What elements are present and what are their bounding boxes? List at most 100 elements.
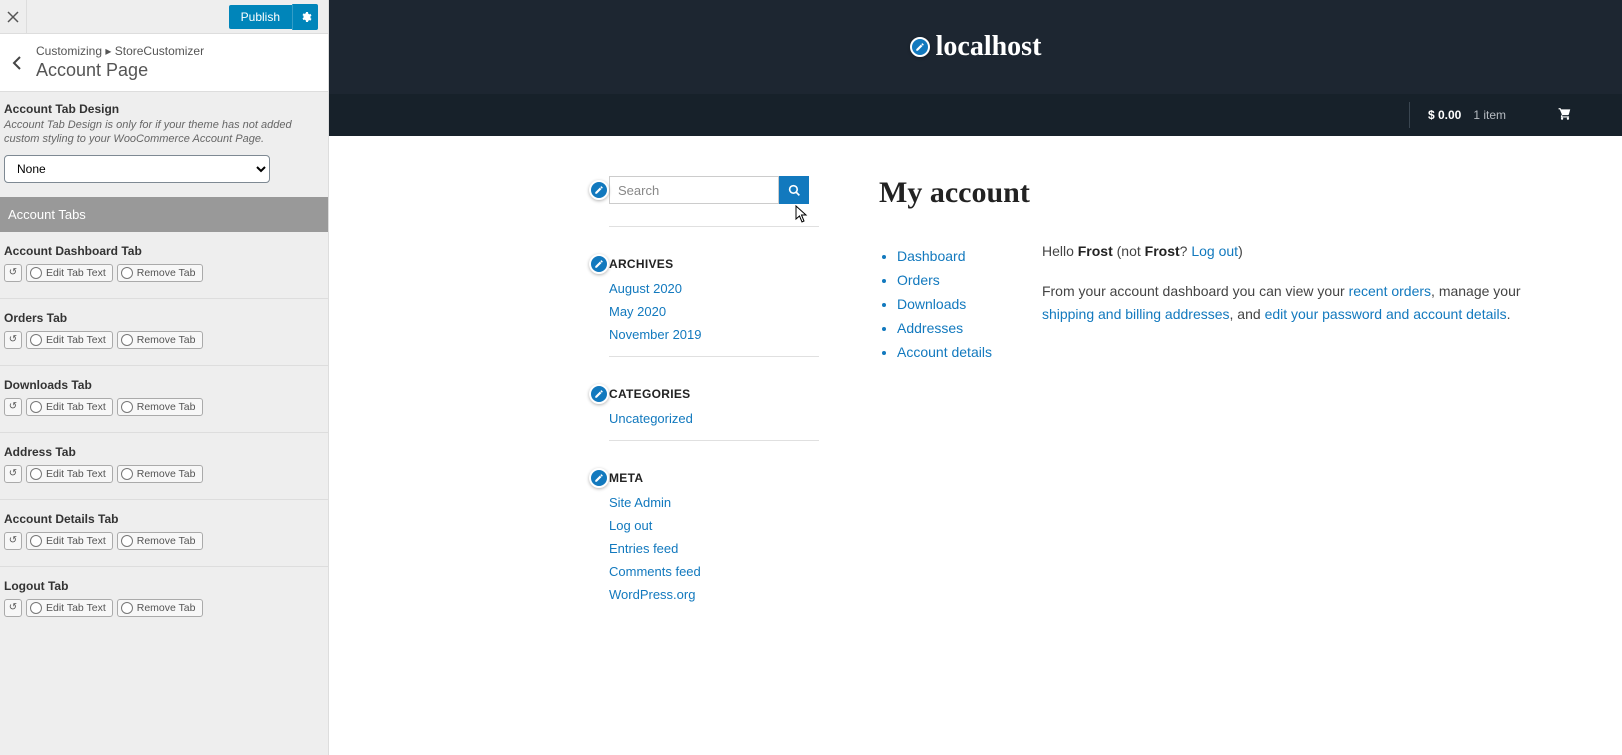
account-nav-link[interactable]: Downloads	[897, 296, 966, 312]
site-name: localhost	[936, 31, 1042, 63]
account-nav-item: Addresses	[897, 320, 992, 336]
close-button[interactable]	[0, 0, 27, 34]
edit-tab-text-option[interactable]: Edit Tab Text	[26, 264, 113, 282]
archive-link[interactable]: May 2020	[609, 304, 666, 319]
tab-title: Orders Tab	[4, 311, 322, 325]
search-button[interactable]	[779, 176, 809, 204]
meta-link[interactable]: Comments feed	[609, 564, 701, 579]
publish-settings-button[interactable]	[292, 4, 318, 30]
tab-title: Address Tab	[4, 445, 322, 459]
tab-block: Account Details Tab ↺ Edit Tab Text Remo…	[0, 500, 328, 567]
search-input[interactable]	[609, 176, 779, 204]
preview-pane: localhost $ 0.00 1 item	[329, 0, 1622, 755]
widget-title: CATEGORIES	[609, 387, 690, 401]
design-section: Account Tab Design Account Tab Design is…	[0, 92, 328, 197]
account-nav-link[interactable]: Account details	[897, 344, 992, 360]
archives-widget: ARCHIVES August 2020 May 2020 November 201…	[609, 257, 819, 357]
meta-widget: META Site Admin Log out Entries feed Commen…	[609, 471, 819, 602]
edit-tab-text-option[interactable]: Edit Tab Text	[26, 599, 113, 617]
sidebar-header: Customizing ▸ StoreCustomizer Account Pa…	[0, 34, 328, 92]
tab-block: Address Tab ↺ Edit Tab Text Remove Tab	[0, 433, 328, 500]
gear-icon	[300, 11, 312, 23]
publish-button[interactable]: Publish	[229, 5, 292, 29]
edit-tab-text-option[interactable]: Edit Tab Text	[26, 465, 113, 483]
list-item: Uncategorized	[609, 411, 819, 426]
remove-tab-option[interactable]: Remove Tab	[117, 465, 203, 483]
edit-tab-text-option[interactable]: Edit Tab Text	[26, 532, 113, 550]
archive-link[interactable]: November 2019	[609, 327, 702, 342]
list-item: May 2020	[609, 304, 819, 319]
edit-shortcut-icon[interactable]	[589, 384, 609, 404]
list-item: November 2019	[609, 327, 819, 342]
categories-widget: CATEGORIES Uncategorized	[609, 387, 819, 441]
list-item: Entries feed	[609, 541, 819, 556]
reset-button[interactable]: ↺	[4, 331, 22, 349]
list-item: Comments feed	[609, 564, 819, 579]
account-nav-item: Account details	[897, 344, 992, 360]
account-nav-item: Orders	[897, 272, 992, 288]
site-header: localhost	[329, 0, 1622, 94]
meta-link[interactable]: Entries feed	[609, 541, 678, 556]
tab-title: Account Details Tab	[4, 512, 322, 526]
logout-link[interactable]: Log out	[1191, 243, 1238, 259]
widget-title: ARCHIVES	[609, 257, 673, 271]
meta-link[interactable]: Site Admin	[609, 495, 671, 510]
account-dashboard-text: Hello Frost (not Frost? Log out) From yo…	[1042, 240, 1572, 368]
list-item: WordPress.org	[609, 587, 819, 602]
reset-button[interactable]: ↺	[4, 599, 22, 617]
edit-tab-text-option[interactable]: Edit Tab Text	[26, 398, 113, 416]
reset-button[interactable]: ↺	[4, 398, 22, 416]
remove-tab-option[interactable]: Remove Tab	[117, 599, 203, 617]
recent-orders-link[interactable]: recent orders	[1349, 283, 1431, 299]
account-nav: Dashboard Orders Downloads Addresses Account…	[879, 240, 992, 368]
widget-title: META	[609, 471, 643, 485]
back-button[interactable]	[4, 46, 30, 80]
breadcrumb: Customizing ▸ StoreCustomizer	[36, 44, 316, 58]
tab-title: Downloads Tab	[4, 378, 322, 392]
remove-tab-option[interactable]: Remove Tab	[117, 264, 203, 282]
content-row: ARCHIVES August 2020 May 2020 November 201…	[329, 136, 1622, 672]
remove-tab-option[interactable]: Remove Tab	[117, 532, 203, 550]
account-nav-link[interactable]: Orders	[897, 272, 940, 288]
edit-shortcut-icon[interactable]	[589, 468, 609, 488]
list-item: August 2020	[609, 281, 819, 296]
reset-button[interactable]: ↺	[4, 532, 22, 550]
edit-shortcut-icon[interactable]	[910, 37, 930, 57]
search-widget	[609, 176, 819, 227]
cart-total: $ 0.00	[1428, 108, 1461, 122]
category-link[interactable]: Uncategorized	[609, 411, 693, 426]
list-item: Site Admin	[609, 495, 819, 510]
remove-tab-option[interactable]: Remove Tab	[117, 331, 203, 349]
header-cart-strip: $ 0.00 1 item	[329, 94, 1622, 136]
tabs-section-header: Account Tabs	[0, 197, 328, 232]
archive-link[interactable]: August 2020	[609, 281, 682, 296]
main-content: My account Dashboard Orders Downloads Addre…	[879, 176, 1572, 632]
reset-button[interactable]: ↺	[4, 264, 22, 282]
tab-block: Account Dashboard Tab ↺ Edit Tab Text Re…	[0, 232, 328, 299]
account-nav-link[interactable]: Dashboard	[897, 248, 966, 264]
search-icon	[788, 184, 801, 197]
page-title: Account Page	[36, 60, 316, 81]
account-nav-link[interactable]: Addresses	[897, 320, 963, 336]
tab-title: Logout Tab	[4, 579, 322, 593]
edit-tab-text-option[interactable]: Edit Tab Text	[26, 331, 113, 349]
tab-block: Downloads Tab ↺ Edit Tab Text Remove Tab	[0, 366, 328, 433]
edit-account-link[interactable]: edit your password and account details	[1265, 306, 1507, 322]
meta-link[interactable]: WordPress.org	[609, 587, 695, 602]
customizer-sidebar: Publish Customizing ▸ StoreCustomizer Ac…	[0, 0, 329, 755]
cart-icon[interactable]	[1558, 107, 1572, 124]
account-nav-item: Dashboard	[897, 248, 992, 264]
reset-button[interactable]: ↺	[4, 465, 22, 483]
edit-shortcut-icon[interactable]	[589, 254, 609, 274]
sidebar-topbar: Publish	[0, 0, 328, 34]
design-select[interactable]: None	[4, 155, 270, 183]
edit-shortcut-icon[interactable]	[589, 180, 609, 200]
account-heading: My account	[879, 176, 1572, 210]
addresses-link[interactable]: shipping and billing addresses	[1042, 306, 1230, 322]
widget-sidebar: ARCHIVES August 2020 May 2020 November 201…	[609, 176, 819, 632]
tab-title: Account Dashboard Tab	[4, 244, 322, 258]
meta-link[interactable]: Log out	[609, 518, 652, 533]
site-logo[interactable]: localhost	[910, 31, 1042, 63]
design-desc: Account Tab Design is only for if your t…	[4, 118, 320, 147]
remove-tab-option[interactable]: Remove Tab	[117, 398, 203, 416]
